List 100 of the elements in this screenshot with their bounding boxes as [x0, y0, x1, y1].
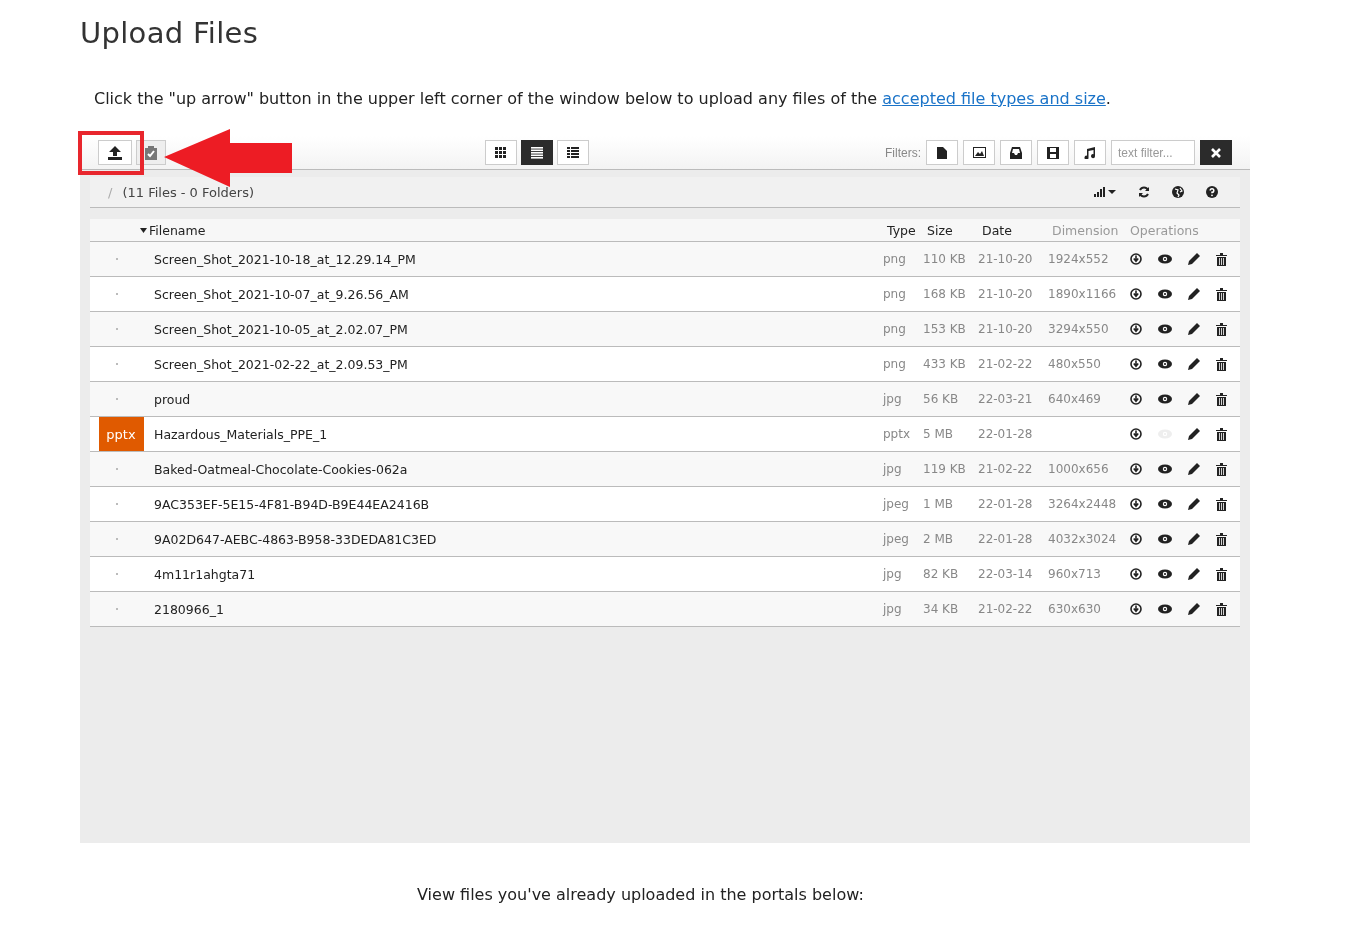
size-cell-text: 1 MB — [923, 497, 955, 511]
trash-icon[interactable] — [1216, 497, 1227, 511]
file-row[interactable]: Screen_Shot_2021-10-18_at_12.29.14_PM png 110 KB 21-10-20 1924x552 — [90, 242, 1240, 277]
pencil-icon[interactable] — [1188, 463, 1200, 475]
music-note-icon — [1084, 146, 1096, 159]
accepted-types-link[interactable]: accepted file types and size — [882, 89, 1106, 108]
trash-icon[interactable] — [1216, 602, 1227, 616]
column-header[interactable]: Type — [887, 222, 927, 238]
size-cell-text: 153 KB — [923, 322, 967, 336]
grid-view-button[interactable] — [485, 140, 517, 165]
file-row[interactable]: Screen_Shot_2021-10-05_at_2.02.07_PM png 153 KB 21-10-20 3294x550 — [90, 312, 1240, 347]
filter-button[interactable] — [1037, 140, 1069, 165]
download-icon[interactable] — [1130, 358, 1142, 370]
download-icon[interactable] — [1130, 253, 1142, 265]
help-icon[interactable] — [1206, 186, 1218, 198]
pencil-icon[interactable] — [1188, 428, 1200, 440]
eye-icon[interactable] — [1158, 604, 1172, 614]
eye-icon[interactable] — [1158, 394, 1172, 404]
type-cell-text: png — [883, 322, 907, 336]
details-view-button[interactable] — [557, 140, 589, 165]
pencil-icon[interactable] — [1188, 568, 1200, 580]
filename-cell-text: 9AC353EF-5E15-4F81-B94D-B9E44EA2416B — [154, 496, 431, 512]
column-header[interactable]: Date — [982, 222, 1052, 238]
dimension-cell: 3294x550 — [1048, 322, 1109, 336]
download-icon[interactable] — [1130, 428, 1142, 440]
globe-icon[interactable] — [1172, 186, 1184, 198]
page-title: Upload Files — [80, 15, 260, 52]
download-icon[interactable] — [1130, 393, 1142, 405]
column-header[interactable]: Filename — [140, 222, 883, 238]
eye-icon[interactable] — [1158, 324, 1172, 334]
file-row[interactable]: pptx Hazardous_Materials_PPE_1 pptx 5 MB 22-01-28 — [90, 417, 1240, 452]
details-list-icon — [567, 146, 579, 159]
download-icon[interactable] — [1130, 533, 1142, 545]
eye-icon[interactable] — [1158, 499, 1172, 509]
dimension-cell: 1924x552 — [1048, 252, 1109, 266]
clear-filter-button[interactable] — [1200, 140, 1232, 165]
trash-icon[interactable] — [1216, 427, 1227, 441]
filter-button[interactable] — [1074, 140, 1106, 165]
type-cell-text: png — [883, 252, 907, 266]
dimension-cell: 630x630 — [1048, 602, 1101, 616]
filename-cell-text: Screen_Shot_2021-10-18_at_12.29.14_PM — [154, 251, 417, 267]
filter-button[interactable] — [1000, 140, 1032, 165]
pencil-icon[interactable] — [1188, 603, 1200, 615]
trash-icon[interactable] — [1216, 357, 1227, 371]
date-cell-text: 21-02-22 — [978, 602, 1034, 616]
trash-icon[interactable] — [1216, 462, 1227, 476]
column-header[interactable]: Size — [927, 222, 982, 238]
sort-caret-icon — [140, 227, 147, 233]
sort-menu-icon[interactable] — [1094, 187, 1116, 197]
download-icon[interactable] — [1130, 323, 1142, 335]
download-icon[interactable] — [1130, 498, 1142, 510]
list-view-button[interactable] — [521, 140, 553, 165]
download-icon[interactable] — [1130, 603, 1142, 615]
pencil-icon[interactable] — [1188, 393, 1200, 405]
eye-icon[interactable] — [1158, 254, 1172, 264]
eye-icon[interactable] — [1158, 569, 1172, 579]
pencil-icon[interactable] — [1188, 533, 1200, 545]
trash-icon[interactable] — [1216, 252, 1227, 266]
trash-icon[interactable] — [1216, 532, 1227, 546]
file-row[interactable]: 9A02D647-AEBC-4863-B958-33DEDA81C3ED jpeg 2 MB 22-01-28 4032x3024 — [90, 522, 1240, 557]
size-cell-text: 119 KB — [923, 462, 967, 476]
text-filter-field[interactable]: text filter... — [1111, 140, 1195, 165]
upload-button[interactable] — [98, 140, 132, 165]
size-cell-text: 82 KB — [923, 567, 960, 581]
filename-cell-text: 9A02D647-AEBC-4863-B958-33DEDA81C3ED — [154, 531, 438, 547]
date-cell-text: 22-01-28 — [978, 532, 1034, 546]
download-icon[interactable] — [1130, 568, 1142, 580]
filter-button[interactable] — [926, 140, 958, 165]
pencil-icon[interactable] — [1188, 253, 1200, 265]
filename-cell-text: Screen_Shot_2021-10-07_at_9.26.56_AM — [154, 286, 410, 302]
date-cell-text: 21-10-20 — [978, 252, 1034, 266]
eye-icon[interactable] — [1158, 289, 1172, 299]
filename-cell-text: Hazardous_Materials_PPE_1 — [154, 426, 329, 442]
refresh-icon[interactable] — [1138, 186, 1150, 198]
pencil-icon[interactable] — [1188, 358, 1200, 370]
file-row[interactable]: proud jpg 56 KB 22-03-21 640x469 — [90, 382, 1240, 417]
pencil-icon[interactable] — [1188, 323, 1200, 335]
file-icon — [937, 146, 947, 159]
dimension-cell: 4032x3024 — [1048, 532, 1117, 546]
pencil-icon[interactable] — [1188, 498, 1200, 510]
file-count-text: (11 Files - 0 Folders) — [122, 184, 255, 200]
filename-cell-text: Screen_Shot_2021-10-05_at_2.02.07_PM — [154, 321, 409, 337]
pencil-icon[interactable] — [1188, 288, 1200, 300]
size-cell-text: 56 KB — [923, 392, 960, 406]
download-icon[interactable] — [1130, 288, 1142, 300]
trash-icon[interactable] — [1216, 392, 1227, 406]
date-cell-text: 22-01-28 — [978, 427, 1034, 441]
trash-icon[interactable] — [1216, 287, 1227, 301]
file-row[interactable]: 2180966_1 jpg 34 KB 21-02-22 630x630 — [90, 592, 1240, 627]
image-icon — [972, 147, 986, 158]
filename-cell-text: 4m11r1ahgta71 — [154, 566, 257, 582]
file-row[interactable]: Baked-Oatmeal-Chocolate-Cookies-062a jpg 119 KB 21-02-22 1000x656 — [90, 452, 1240, 487]
trash-icon[interactable] — [1216, 567, 1227, 581]
download-icon[interactable] — [1130, 463, 1142, 475]
eye-icon[interactable] — [1158, 534, 1172, 544]
trash-icon[interactable] — [1216, 322, 1227, 336]
dimension-cell: 480x550 — [1048, 357, 1101, 371]
filter-button[interactable] — [963, 140, 995, 165]
eye-icon[interactable] — [1158, 464, 1172, 474]
eye-icon[interactable] — [1158, 359, 1172, 369]
